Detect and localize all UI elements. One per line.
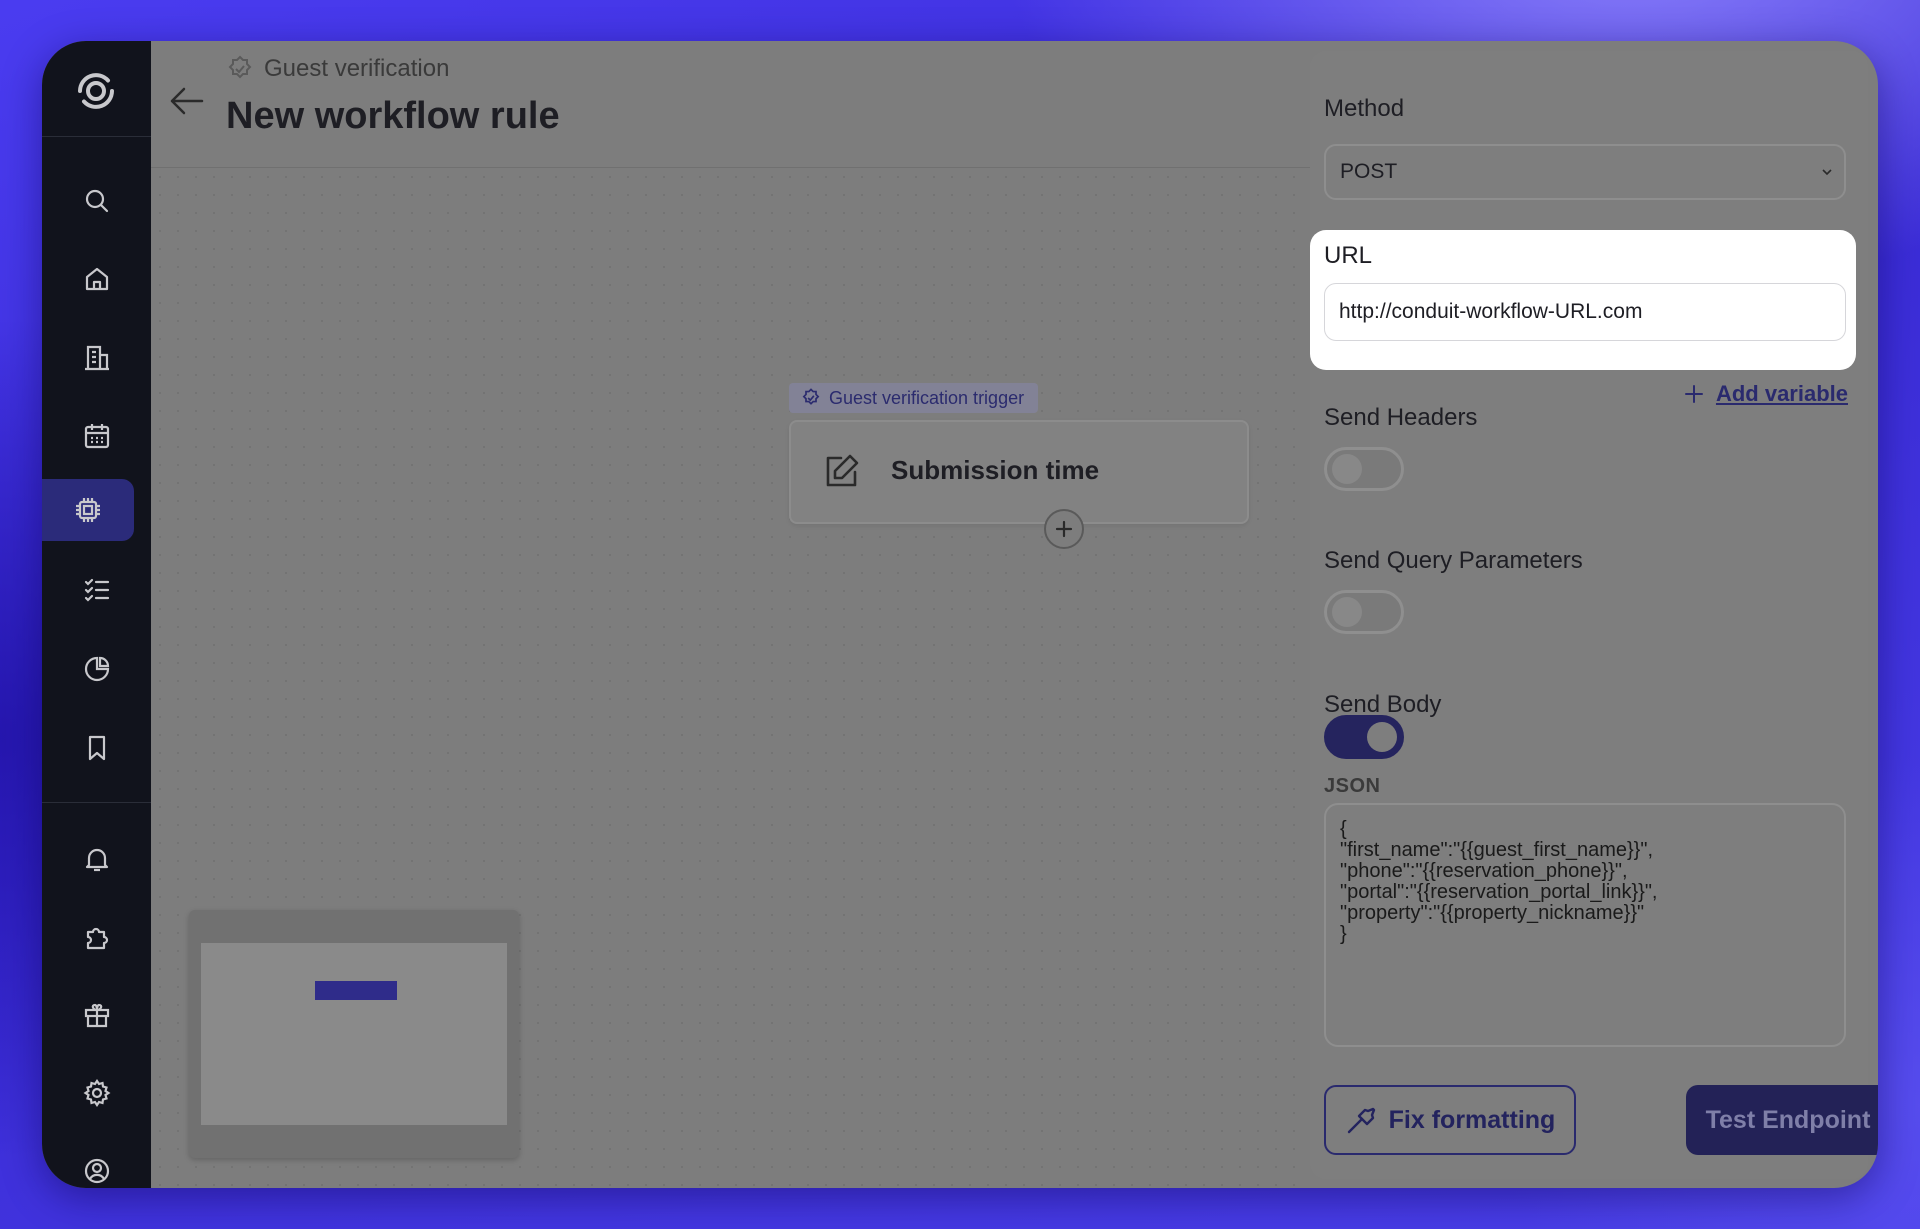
chevron-down-icon [1822,169,1832,176]
verified-badge-icon [802,388,820,405]
verified-badge-icon [228,55,252,79]
user-circle-icon [84,1158,109,1184]
sidebar-item-notifications[interactable] [42,828,151,890]
sidebar-item-workflows[interactable] [42,479,134,541]
add-step-button[interactable] [1044,509,1084,549]
toggle-knob [1367,722,1397,752]
add-variable-link[interactable]: Add variable [1684,381,1848,407]
send-headers-label: Send Headers [1324,404,1478,431]
edit-icon [826,454,859,487]
webhook-config-panel: Method POST Send Headers Send Query Para… [1310,51,1878,1179]
sidebar-item-integrations[interactable] [42,906,151,968]
minimap[interactable] [189,910,519,1158]
toggle-knob [1332,454,1362,484]
plus-icon [1684,385,1703,403]
json-body-editor[interactable]: { "first_name":"{{guest_first_name}}", "… [1324,803,1846,1047]
home-icon [85,267,108,291]
test-endpoint-button[interactable]: Test Endpoint [1686,1085,1878,1155]
sidebar-item-home[interactable] [42,248,151,310]
chart-icon [84,656,109,682]
sidebar-item-profile[interactable] [42,1140,151,1188]
node-title: Submission time [891,455,1100,485]
workflow-canvas[interactable]: Guest verification trigger Submission ti… [151,168,1311,1188]
arrow-left-icon [170,87,204,115]
send-headers-toggle[interactable] [1324,447,1404,491]
sidebar-item-settings[interactable] [42,1062,151,1124]
page-header: Guest verification New workflow rule [151,41,1311,168]
building-icon [84,345,109,371]
gift-icon [84,1003,109,1028]
sidebar-item-reports[interactable] [42,638,151,700]
logo-icon[interactable] [68,63,124,119]
bookmark-icon [88,735,105,761]
bell-icon [85,848,108,872]
back-button[interactable] [167,81,207,121]
method-label: Method [1324,95,1405,122]
sidebar-item-calendar[interactable] [42,405,151,467]
method-value: POST [1340,160,1398,183]
plus-icon [1055,520,1073,538]
search-icon [85,189,108,213]
sidebar [42,41,151,1188]
workflow-node[interactable]: Submission time [789,420,1249,524]
json-label: JSON [1324,775,1381,797]
url-value: http://conduit-workflow-URL.com [1339,300,1643,323]
url-label: URL [1324,242,1373,269]
minimap-viewport [201,943,507,1125]
sidebar-item-search[interactable] [42,170,151,232]
app-window: Guest verification New workflow rule Gue… [42,41,1878,1188]
trigger-tag: Guest verification trigger [789,383,1039,413]
gear-icon [83,1079,110,1107]
sidebar-item-properties[interactable] [42,327,151,389]
breadcrumb-label: Guest verification [264,55,450,82]
sidebar-divider [42,802,151,803]
calendar-icon [84,424,109,449]
breadcrumb: Guest verification [226,55,449,83]
url-section-highlight: URL http://conduit-workflow-URL.com [1310,230,1856,370]
puzzle-icon [86,927,108,950]
trigger-tag-label: Guest verification trigger [829,387,1025,408]
send-query-toggle[interactable] [1324,590,1404,634]
send-query-label: Send Query Parameters [1324,547,1583,574]
chip-icon [76,498,100,522]
sidebar-item-tasks[interactable] [42,559,151,621]
fix-formatting-label: Fix formatting [1388,1105,1556,1134]
page-title: New workflow rule [226,95,560,137]
sidebar-item-rewards[interactable] [42,984,151,1046]
checklist-icon [84,578,109,602]
sidebar-divider [42,136,151,137]
add-variable-label: Add variable [1715,381,1848,406]
minimap-node [315,981,397,1000]
fix-formatting-button[interactable]: Fix formatting [1324,1085,1576,1155]
method-select[interactable]: POST [1324,144,1846,200]
url-input[interactable]: http://conduit-workflow-URL.com [1324,283,1846,341]
send-body-toggle[interactable] [1324,715,1404,759]
hammer-icon [1347,1107,1375,1134]
sidebar-item-saved[interactable] [42,717,151,779]
toggle-knob [1332,597,1362,627]
